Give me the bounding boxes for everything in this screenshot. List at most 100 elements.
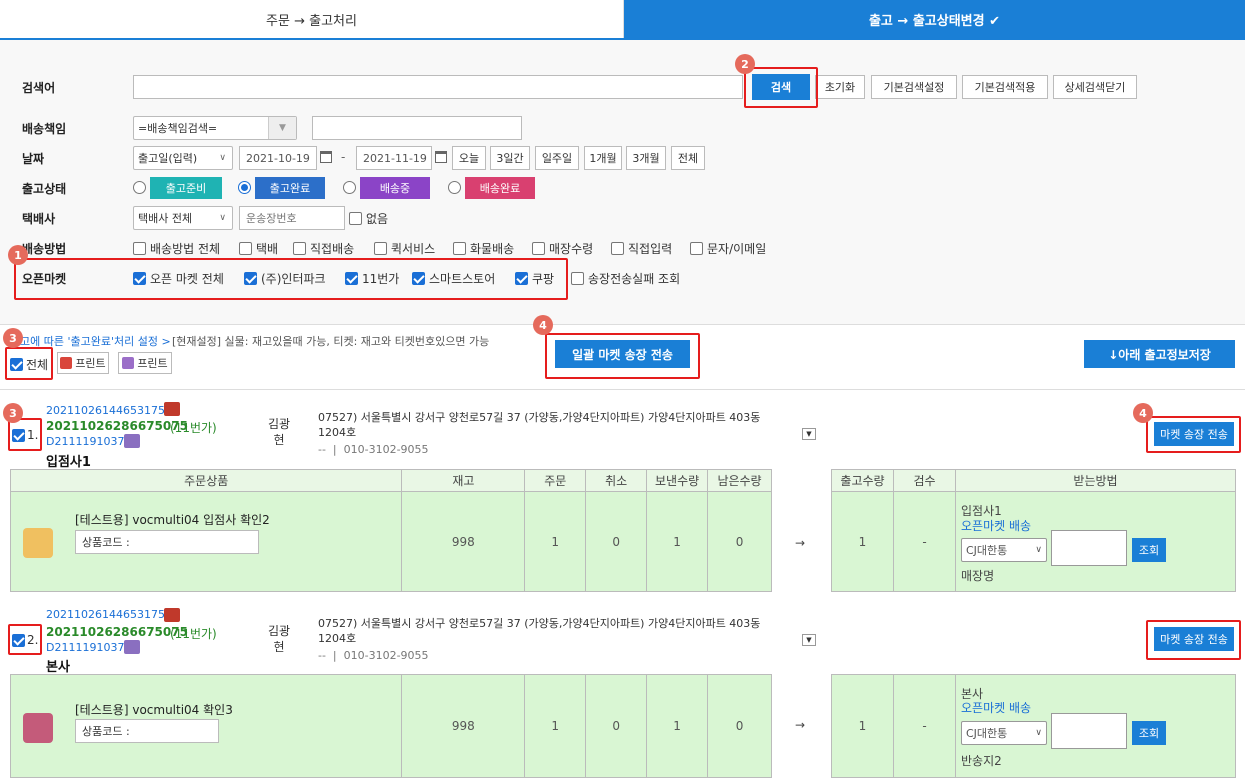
method-manual-checkbox[interactable] (611, 242, 624, 255)
method-quick-checkbox[interactable] (374, 242, 387, 255)
invoice-fail-checkbox[interactable] (571, 272, 584, 285)
courier-select[interactable]: CJ대한통 ∨ (961, 721, 1047, 745)
product-name[interactable]: [테스트용] vocmulti04 입점사 확인2 (75, 511, 270, 528)
invoice-fail-option[interactable]: 송장전송실패 조회 (571, 270, 680, 287)
date-type-select[interactable]: 출고일(입력) ∨ (133, 146, 233, 170)
invoice-input[interactable] (1051, 530, 1127, 566)
order-number[interactable]: 2021102614465317535 (46, 608, 179, 621)
expand-icon[interactable]: ▼ (802, 634, 816, 646)
divider (0, 389, 1245, 390)
sent-value: 1 (646, 674, 709, 778)
invoice-number-input[interactable]: 운송장번호 (239, 206, 345, 230)
delivery-number[interactable]: D21111910372 (46, 641, 131, 654)
product-thumbnail[interactable] (23, 713, 53, 743)
query-button[interactable]: 조회 (1132, 721, 1166, 745)
no-invoice-checkbox[interactable] (349, 212, 362, 225)
stock-value: 998 (401, 674, 526, 778)
inspect-value: - (893, 491, 956, 592)
print-button-2[interactable]: 프린트 (118, 352, 172, 374)
date-label: 날짜 (22, 152, 45, 166)
product-code-input[interactable]: 상품코드 : (75, 719, 219, 743)
courier-select[interactable]: CJ대한통 ∨ (961, 538, 1047, 562)
method-quick-option[interactable]: 퀵서비스 (374, 240, 435, 257)
calendar-icon[interactable] (435, 151, 447, 163)
keyword-label: 검색어 (22, 81, 56, 95)
receive-method: 오픈마켓 배송 (961, 701, 1032, 715)
keyword-input[interactable] (133, 75, 743, 99)
period-week-button[interactable]: 일주일 (535, 146, 579, 170)
date-to-input[interactable]: 2021-11-19 (356, 146, 432, 170)
product-code-input[interactable]: 상품코드 : (75, 530, 259, 554)
detail-search-close-button[interactable]: 상세검색닫기 (1053, 75, 1137, 99)
method-parcel-option[interactable]: 택배 (239, 240, 278, 257)
calendar-icon[interactable] (320, 151, 332, 163)
product-thumbnail[interactable] (23, 528, 53, 558)
step-badge-3b: 3 (3, 403, 23, 423)
invoice-input[interactable] (1051, 713, 1127, 749)
col-product: 주문상품 (9, 469, 403, 492)
arrow-icon: → (795, 718, 806, 732)
status-done-badge: 출고완료 (255, 177, 325, 199)
order-item-1: 2021102614465317535 1. 20211026286675075… (0, 400, 1245, 600)
ordered-value: 1 (524, 491, 587, 592)
save-shipping-info-button[interactable]: ↓아래 출고정보저장 (1084, 340, 1235, 368)
print-button-1[interactable]: 프린트 (57, 352, 109, 374)
period-3days-button[interactable]: 3일간 (490, 146, 530, 170)
reset-button[interactable]: 초기화 (815, 75, 865, 99)
product-table: [테스트용] vocmulti04 확인3 상품코드 : 998 1 0 1 0 (9, 674, 772, 778)
print-icon (122, 357, 135, 369)
basic-search-setting-button[interactable]: 기본검색설정 (871, 75, 957, 99)
method-pickup-option[interactable]: 매장수령 (532, 240, 593, 257)
col-stock: 재고 (401, 469, 526, 492)
method-sms-email-checkbox[interactable] (690, 242, 703, 255)
step-badge-4b: 4 (1133, 403, 1153, 423)
print-icon[interactable] (164, 608, 180, 622)
no-invoice-option[interactable]: 없음 (349, 210, 388, 227)
query-button[interactable]: 조회 (1132, 538, 1166, 562)
method-pickup-checkbox[interactable] (532, 242, 545, 255)
method-direct-checkbox[interactable] (293, 242, 306, 255)
status-ready-radio[interactable] (133, 181, 146, 194)
delivery-responsibility-select[interactable]: =배송책임검색= ▼ (133, 116, 297, 140)
checkbox-highlight (8, 624, 42, 655)
remain-value: 0 (707, 674, 772, 778)
courier-select[interactable]: 택배사 전체 ∨ (133, 206, 233, 230)
search-button-highlight (744, 67, 818, 108)
method-freight-option[interactable]: 화물배송 (453, 240, 514, 257)
method-parcel-checkbox[interactable] (239, 242, 252, 255)
period-1month-button[interactable]: 1개월 (584, 146, 622, 170)
status-delivered-radio[interactable] (448, 181, 461, 194)
delivery-number[interactable]: D21111910373 (46, 435, 131, 448)
send-highlight (1146, 620, 1241, 660)
period-all-button[interactable]: 전체 (671, 146, 705, 170)
stock-value: 998 (401, 491, 526, 592)
print-icon[interactable] (124, 434, 140, 448)
method-all-checkbox[interactable] (133, 242, 146, 255)
product-name[interactable]: [테스트용] vocmulti04 확인3 (75, 701, 233, 718)
col-cancel: 취소 (585, 469, 648, 492)
recipient-name: 김광 현 (268, 624, 291, 654)
print-icon[interactable] (124, 640, 140, 654)
step-badge-1: 1 (8, 245, 28, 265)
send-highlight (1146, 416, 1241, 453)
method-sms-email-option[interactable]: 문자/이메일 (690, 240, 766, 257)
method-freight-checkbox[interactable] (453, 242, 466, 255)
order-number[interactable]: 2021102614465317535 (46, 404, 179, 417)
period-3month-button[interactable]: 3개월 (626, 146, 666, 170)
print-icon[interactable] (164, 402, 180, 416)
delivery-responsibility-input[interactable] (312, 116, 522, 140)
status-done-radio[interactable] (238, 181, 251, 194)
method-manual-option[interactable]: 직접입력 (611, 240, 672, 257)
shipping-method-label: 배송방법 (22, 242, 67, 256)
date-from-input[interactable]: 2021-10-19 (239, 146, 317, 170)
expand-icon[interactable]: ▼ (802, 428, 816, 440)
method-all-option[interactable]: 배송방법 전체 (133, 240, 220, 257)
tab-bar: 주문 → 출고처리 출고 → 출고상태변경 ✔ (0, 0, 1245, 40)
method-direct-option[interactable]: 직접배송 (293, 240, 354, 257)
status-shipping-radio[interactable] (343, 181, 356, 194)
period-today-button[interactable]: 오늘 (452, 146, 486, 170)
receive-method: 오픈마켓 배송 (961, 519, 1032, 533)
tab-order-to-shipping[interactable]: 주문 → 출고처리 (0, 0, 624, 38)
basic-search-apply-button[interactable]: 기본검색적용 (962, 75, 1048, 99)
tab-shipping-status-change[interactable]: 출고 → 출고상태변경 ✔ (624, 0, 1245, 38)
